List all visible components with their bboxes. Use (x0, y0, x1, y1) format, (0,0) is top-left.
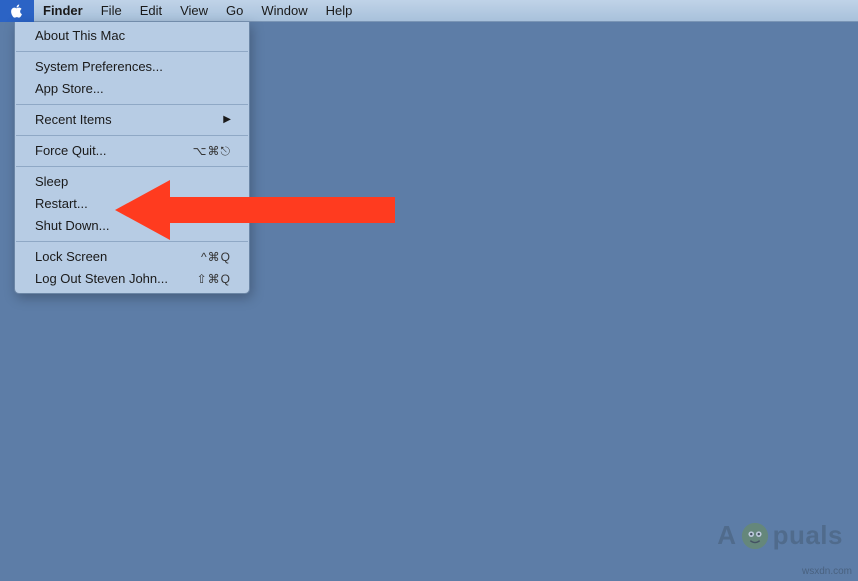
sleep-item[interactable]: Sleep (15, 171, 249, 193)
menu-label: Lock Screen (35, 248, 107, 266)
menu-label: Force Quit... (35, 142, 107, 160)
menu-shortcut: ^⌘Q (201, 248, 231, 266)
menu-label: Recent Items (35, 111, 112, 129)
log-out-item[interactable]: Log Out Steven John... ⇧⌘Q (15, 268, 249, 290)
watermark-prefix: A (717, 520, 736, 551)
menu-separator (16, 135, 248, 136)
apple-menu-dropdown: About This Mac System Preferences... App… (14, 22, 250, 294)
lock-screen-item[interactable]: Lock Screen ^⌘Q (15, 246, 249, 268)
app-store-item[interactable]: App Store... (15, 78, 249, 100)
shut-down-item[interactable]: Shut Down... (15, 215, 249, 237)
watermark-url: wsxdn.com (802, 566, 852, 577)
menubar-view[interactable]: View (171, 0, 217, 22)
about-this-mac-item[interactable]: About This Mac (15, 25, 249, 47)
watermark-logo: A puals (717, 520, 843, 551)
menu-shortcut: ⌥⌘⎋ (193, 142, 231, 160)
system-preferences-item[interactable]: System Preferences... (15, 56, 249, 78)
menu-label: About This Mac (35, 27, 125, 45)
recent-items-item[interactable]: Recent Items ▶ (15, 109, 249, 131)
menubar-file[interactable]: File (92, 0, 131, 22)
menubar-edit[interactable]: Edit (131, 0, 171, 22)
menu-label: Sleep (35, 173, 68, 191)
menu-separator (16, 166, 248, 167)
force-quit-item[interactable]: Force Quit... ⌥⌘⎋ (15, 140, 249, 162)
menubar-app-name[interactable]: Finder (34, 0, 92, 22)
menu-label: System Preferences... (35, 58, 163, 76)
menu-shortcut: ⇧⌘Q (197, 270, 231, 288)
menu-label: App Store... (35, 80, 104, 98)
menu-separator (16, 51, 248, 52)
menubar: Finder File Edit View Go Window Help (0, 0, 858, 22)
menu-label: Log Out Steven John... (35, 270, 168, 288)
menubar-window[interactable]: Window (252, 0, 316, 22)
apple-logo-icon (10, 4, 24, 18)
menubar-go[interactable]: Go (217, 0, 252, 22)
menu-label: Shut Down... (35, 217, 109, 235)
menu-separator (16, 241, 248, 242)
menu-separator (16, 104, 248, 105)
watermark-suffix: puals (773, 520, 843, 551)
menubar-help[interactable]: Help (317, 0, 362, 22)
submenu-arrow-icon: ▶ (223, 111, 231, 129)
apple-menu-button[interactable] (0, 0, 34, 22)
menu-label: Restart... (35, 195, 88, 213)
watermark-mascot-icon (740, 521, 770, 551)
restart-item[interactable]: Restart... (15, 193, 249, 215)
